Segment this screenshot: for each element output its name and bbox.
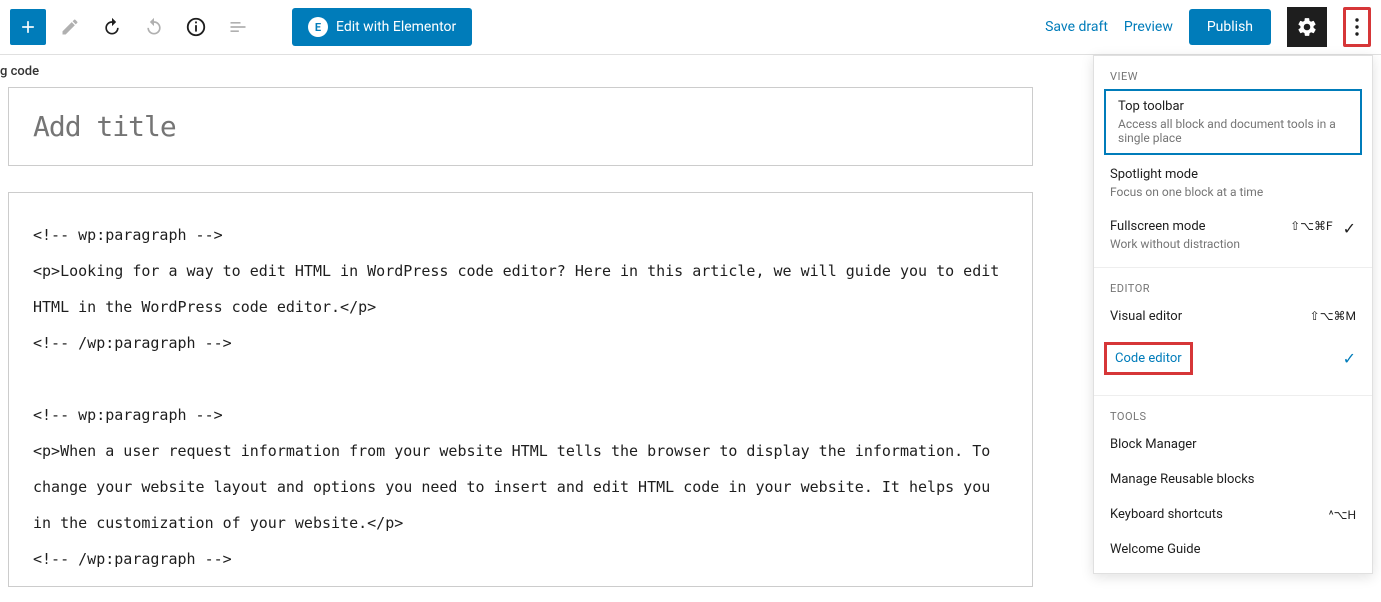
elementor-label: Edit with Elementor [336,19,456,35]
options-dropdown: VIEW Top toolbar Access all block and do… [1093,55,1373,574]
editor-heading: EDITOR [1094,282,1372,299]
edit-icon[interactable] [52,9,88,45]
toolbar-right: Save draft Preview Publish [1045,7,1371,47]
fullscreen-mode-option[interactable]: Fullscreen mode Work without distraction… [1094,209,1372,261]
outline-icon[interactable] [220,9,256,45]
settings-button[interactable] [1287,7,1327,47]
info-icon[interactable] [178,9,214,45]
top-toolbar: E Edit with Elementor Save draft Preview… [0,0,1381,55]
welcome-guide-option[interactable]: Welcome Guide [1094,532,1372,567]
edit-with-elementor-button[interactable]: E Edit with Elementor [292,8,472,46]
more-options-button[interactable] [1343,7,1371,47]
check-icon: ✓ [1343,219,1356,238]
editing-code-label: g code [0,64,39,79]
block-manager-option[interactable]: Block Manager [1094,427,1372,462]
code-editor-textarea[interactable]: <!-- wp:paragraph --> <p>Looking for a w… [33,217,1008,577]
visual-editor-option[interactable]: Visual editor ⇧⌥⌘M [1094,299,1372,334]
tools-heading: TOOLS [1094,410,1372,427]
manage-reusable-blocks-option[interactable]: Manage Reusable blocks [1094,462,1372,497]
check-icon: ✓ [1343,349,1356,368]
save-draft-link[interactable]: Save draft [1045,19,1108,35]
code-editor-container: <!-- wp:paragraph --> <p>Looking for a w… [8,192,1033,587]
spotlight-mode-option[interactable]: Spotlight mode Focus on one block at a t… [1094,157,1372,209]
view-heading: VIEW [1094,70,1372,87]
add-block-button[interactable] [10,9,46,45]
keyboard-shortcuts-option[interactable]: Keyboard shortcuts ^⌥H [1094,497,1372,532]
publish-button[interactable]: Publish [1189,9,1271,45]
elementor-icon: E [308,17,328,37]
redo-button[interactable] [136,9,172,45]
title-container [8,87,1033,166]
top-toolbar-option[interactable]: Top toolbar Access all block and documen… [1104,89,1362,155]
post-title-input[interactable] [33,110,1008,143]
preview-link[interactable]: Preview [1124,19,1173,35]
code-editor-option[interactable]: Code editor [1104,342,1193,375]
undo-button[interactable] [94,9,130,45]
